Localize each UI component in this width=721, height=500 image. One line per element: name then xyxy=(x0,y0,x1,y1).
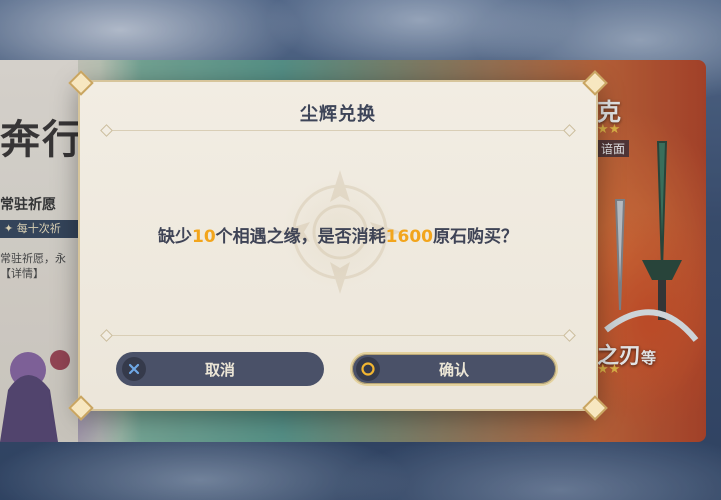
cancel-button[interactable]: 取消 xyxy=(116,352,324,386)
confirm-button[interactable]: 确认 xyxy=(350,352,558,386)
x-circle-icon xyxy=(122,357,146,381)
top-divider xyxy=(100,124,576,137)
bottom-divider xyxy=(100,329,576,342)
primogem-cost: 1600 xyxy=(385,227,433,247)
o-circle-icon xyxy=(356,357,380,381)
exchange-dialog: 尘辉兑换 缺少10个相遇之缘，是否消耗1600原石购买？ 取消 确认 xyxy=(68,70,608,421)
dialog-title: 尘辉兑换 xyxy=(300,104,376,125)
exchange-message: 缺少10个相遇之缘，是否消耗1600原石购买？ xyxy=(158,227,518,247)
missing-count: 10 xyxy=(192,227,216,247)
cancel-label: 取消 xyxy=(204,360,235,379)
confirm-label: 确认 xyxy=(438,360,469,379)
